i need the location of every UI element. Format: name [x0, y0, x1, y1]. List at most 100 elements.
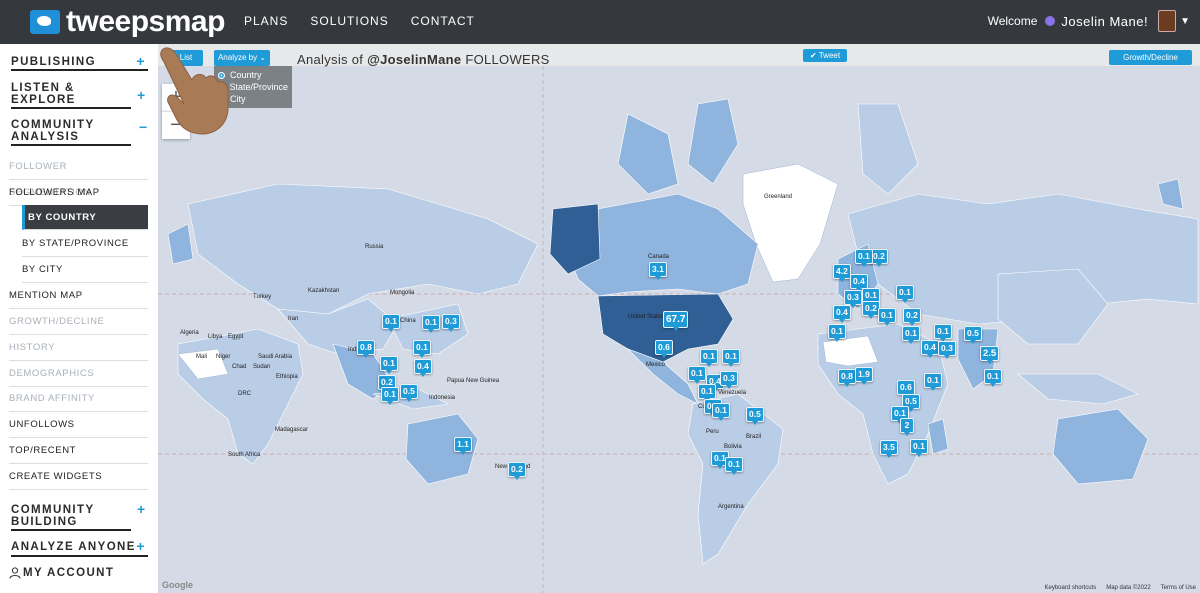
- map-marker[interactable]: 0.2: [508, 462, 526, 480]
- sidebar-item-by-country[interactable]: BY COUNTRY: [22, 205, 148, 230]
- expand-icon[interactable]: +: [137, 501, 156, 517]
- sidebar-item-history[interactable]: HISTORY: [9, 335, 148, 361]
- map-label: Greenland: [764, 194, 793, 200]
- tweepsmap-logo-icon: [30, 10, 60, 34]
- welcome-area: Welcome Joselin Mane! ▼: [988, 10, 1190, 32]
- map-marker[interactable]: 0.1: [725, 457, 743, 475]
- map-marker[interactable]: 0.5: [400, 384, 418, 402]
- expand-icon[interactable]: +: [136, 53, 146, 69]
- map-marker[interactable]: 0.4: [833, 305, 851, 323]
- welcome-text: Welcome: [987, 14, 1038, 28]
- map-marker[interactable]: 0.1: [828, 324, 846, 342]
- sidebar-item-create-widgets[interactable]: CREATE WIDGETS: [9, 464, 148, 490]
- map-marker[interactable]: 0.1: [422, 315, 440, 333]
- map-marker[interactable]: 0.3: [442, 314, 460, 332]
- map-label: Niger: [216, 354, 231, 360]
- sidebar-item-by-city[interactable]: BY CITY: [22, 257, 148, 283]
- sidebar-section-my-account[interactable]: MY ACCOUNT: [9, 567, 114, 579]
- sidebar-item-growth-decline[interactable]: GROWTH/DECLINE: [9, 309, 148, 335]
- map-marker[interactable]: 0.1: [896, 285, 914, 303]
- sidebar-section-community-building[interactable]: COMMUNITY BUILDING: [11, 504, 131, 531]
- followers-map[interactable]: Russia Greenland Kazakhstan Mongolia Chi…: [158, 44, 1200, 593]
- map-marker[interactable]: 0.4: [850, 274, 868, 292]
- map-marker[interactable]: 0.1: [698, 384, 716, 402]
- sidebar-item-mention-map[interactable]: MENTION MAP: [9, 283, 148, 309]
- map-marker[interactable]: 2: [900, 418, 914, 436]
- map-marker[interactable]: 0.1: [855, 249, 873, 267]
- map-marker[interactable]: 0.1: [380, 356, 398, 374]
- sidebar-item-followers-map[interactable]: FOLLOWERS MAP: [9, 180, 148, 206]
- sidebar-section-analyze-anyone[interactable]: ANALYZE ANYONE +: [11, 538, 148, 557]
- map-marker[interactable]: 0.6: [655, 340, 673, 358]
- nav-contact[interactable]: CONTACT: [411, 14, 475, 28]
- map-marker[interactable]: 2.5: [980, 346, 1000, 364]
- map-marker[interactable]: 0.5: [964, 326, 982, 344]
- map-marker[interactable]: 0.4: [414, 359, 432, 377]
- map-marker[interactable]: 0.1: [688, 366, 706, 384]
- map-label: Egypt: [228, 334, 244, 340]
- sidebar: PUBLISHING + LISTEN & EXPLORE + COMMUNIT…: [0, 44, 158, 593]
- map-marker[interactable]: 0.1: [700, 349, 718, 367]
- sidebar-item-by-state-province[interactable]: BY STATE/PROVINCE: [22, 231, 148, 257]
- map-marker[interactable]: 0.1: [902, 326, 920, 344]
- page-title: Analysis of @JoselinMane FOLLOWERS: [297, 52, 550, 67]
- sidebar-item-follower-segmentation[interactable]: FOLLOWER SEGMENTATION: [9, 154, 148, 198]
- map-marker[interactable]: 0.1: [722, 349, 740, 367]
- map-marker[interactable]: 0.1: [934, 324, 952, 342]
- map-marker[interactable]: 0.2: [903, 308, 921, 326]
- map-marker[interactable]: 0.3: [938, 341, 956, 359]
- map-marker[interactable]: 4.2: [833, 264, 851, 282]
- map-label: Canada: [648, 254, 670, 260]
- growth-decline-button[interactable]: Growth/Decline: [1109, 50, 1192, 65]
- chevron-down-icon[interactable]: ▼: [1180, 16, 1190, 27]
- sidebar-section-publishing[interactable]: PUBLISHING +: [11, 53, 148, 71]
- user-icon: [9, 567, 21, 579]
- map-marker[interactable]: 3.1: [649, 262, 667, 280]
- map-marker[interactable]: 0.5: [746, 407, 764, 425]
- map-marker[interactable]: 0.1: [910, 439, 928, 457]
- sidebar-item-demographics[interactable]: DEMOGRAPHICS: [9, 361, 148, 387]
- expand-icon[interactable]: +: [136, 538, 146, 554]
- sidebar-item-unfollows[interactable]: UNFOLLOWS: [9, 412, 148, 438]
- map-marker[interactable]: 1.9: [855, 367, 873, 385]
- sidebar-section-listen-explore[interactable]: LISTEN & EXPLORE: [11, 82, 131, 109]
- collapse-icon[interactable]: −: [139, 119, 156, 135]
- map-label: Venezuela: [718, 390, 747, 396]
- map-marker[interactable]: 0.1: [924, 373, 942, 391]
- nav-solutions[interactable]: SOLUTIONS: [310, 14, 388, 28]
- map-label: Argentina: [718, 504, 744, 510]
- sidebar-item-top-recent[interactable]: TOP/RECENT: [9, 438, 148, 464]
- map-marker[interactable]: 0.1: [381, 387, 399, 405]
- map-label: DRC: [238, 391, 251, 397]
- map-marker[interactable]: 67.7: [663, 311, 689, 331]
- map-marker[interactable]: 0.4: [921, 340, 939, 358]
- map-label: Papua New Guinea: [447, 378, 500, 384]
- map-label: Kazakhstan: [308, 288, 340, 294]
- logo[interactable]: tweepsmap: [30, 6, 225, 38]
- sidebar-section-label: LISTEN & EXPLORE: [11, 82, 76, 106]
- map-marker[interactable]: 0.3: [720, 371, 738, 389]
- map-label: Bolivia: [724, 444, 742, 450]
- keyboard-shortcuts-link[interactable]: Keyboard shortcuts: [1045, 585, 1097, 591]
- map-marker[interactable]: 0.1: [382, 314, 400, 332]
- map-marker[interactable]: 1.1: [454, 437, 472, 455]
- map-marker[interactable]: 0.1: [712, 403, 730, 421]
- tweet-button[interactable]: ✔ Tweet: [803, 49, 847, 62]
- sidebar-item-brand-affinity[interactable]: BRAND AFFINITY: [9, 386, 148, 412]
- map-marker[interactable]: 0.8: [838, 369, 856, 387]
- map-marker[interactable]: 0.1: [984, 369, 1002, 387]
- map-marker[interactable]: 0.1: [878, 308, 896, 326]
- terms-link[interactable]: Terms of Use: [1161, 585, 1196, 591]
- avatar[interactable]: [1158, 10, 1177, 32]
- map-marker[interactable]: 0.1: [413, 340, 431, 358]
- map-marker[interactable]: 0.8: [357, 340, 375, 358]
- map-marker[interactable]: 0.6: [897, 380, 915, 398]
- expand-icon[interactable]: +: [137, 87, 156, 103]
- map-label: Turkey: [253, 294, 272, 300]
- map-label: Russia: [365, 244, 384, 250]
- map-label: Madagascar: [275, 427, 309, 433]
- map-marker[interactable]: 0.3: [844, 290, 862, 308]
- nav-plans[interactable]: PLANS: [244, 14, 288, 28]
- sidebar-section-community-analysis[interactable]: COMMUNITY ANALYSIS: [11, 119, 131, 146]
- map-marker[interactable]: 3.5: [880, 440, 898, 458]
